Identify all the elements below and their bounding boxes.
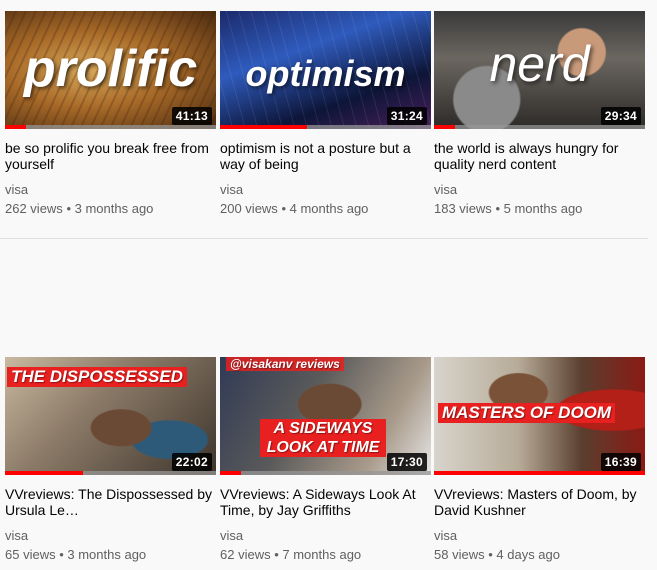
video-title[interactable]: be so prolific you break free from yours… [5,140,216,172]
video-card[interactable]: nerd 29:34 the world is always hungry fo… [434,11,645,217]
duration-badge: 16:39 [600,453,641,471]
channel-name[interactable]: visa [434,182,645,198]
thumbnail-overlay-text: nerd [489,36,590,92]
video-title[interactable]: VVreviews: Masters of Doom, by David Kus… [434,486,645,518]
watch-progress-bar [5,125,216,129]
video-thumbnail[interactable]: @visakanv reviews A SIDEWAYS LOOK AT TIM… [220,357,431,475]
channel-name[interactable]: visa [434,528,645,544]
thumbnail-banner: A SIDEWAYS LOOK AT TIME [260,419,386,457]
video-meta: 262 views • 3 months ago [5,201,216,217]
watch-progress-bar [5,471,216,475]
video-thumbnail[interactable]: prolific 41:13 [5,11,216,129]
thumbnail-overlay-text: optimism [245,53,406,94]
duration-badge: 31:24 [386,107,427,125]
view-count: 58 views [434,547,485,562]
section-divider [0,238,648,239]
upload-age: 4 days ago [496,547,560,562]
upload-age: 7 months ago [282,547,362,562]
upload-age: 3 months ago [67,547,147,562]
thumbnail-banner: THE DISPOSSESSED [7,367,187,387]
video-meta: 58 views • 4 days ago [434,547,645,563]
thumbnail-overlay-text: prolific [23,40,198,98]
video-title[interactable]: the world is always hungry for quality n… [434,140,645,172]
watch-progress-bar [434,125,645,129]
duration-badge: 17:30 [386,453,427,471]
video-card[interactable]: THE DISPOSSESSED 22:02 VVreviews: The Di… [5,357,216,563]
thumbnail-banner: MASTERS OF DOOM [438,403,616,423]
channel-name[interactable]: visa [5,182,216,198]
video-meta: 65 views • 3 months ago [5,547,216,563]
video-thumbnail[interactable]: THE DISPOSSESSED 22:02 [5,357,216,475]
video-thumbnail[interactable]: nerd 29:34 [434,11,645,129]
duration-badge: 29:34 [600,107,641,125]
video-title[interactable]: optimism is not a posture but a way of b… [220,140,431,172]
watch-progress-bar [220,471,431,475]
channel-name[interactable]: visa [220,528,431,544]
separator-dot: • [495,201,500,216]
view-count: 200 views [220,201,278,216]
video-thumbnail[interactable]: MASTERS OF DOOM 16:39 [434,357,645,475]
watch-progress-bar [434,471,645,475]
video-meta: 200 views • 4 months ago [220,201,431,217]
separator-dot: • [488,547,493,562]
separator-dot: • [66,201,71,216]
separator-dot: • [274,547,279,562]
video-card[interactable]: MASTERS OF DOOM 16:39 VVreviews: Masters… [434,357,645,563]
channel-name[interactable]: visa [5,528,216,544]
view-count: 62 views [220,547,271,562]
video-card[interactable]: optimism 31:24 optimism is not a posture… [220,11,431,217]
thumbnail-banner-top: @visakanv reviews [226,357,344,371]
duration-badge: 41:13 [171,107,212,125]
video-card[interactable]: @visakanv reviews A SIDEWAYS LOOK AT TIM… [220,357,431,563]
video-title[interactable]: VVreviews: A Sideways Look At Time, by J… [220,486,431,518]
separator-dot: • [59,547,64,562]
video-title[interactable]: VVreviews: The Dispossessed by Ursula Le… [5,486,216,518]
view-count: 262 views [5,201,63,216]
video-thumbnail[interactable]: optimism 31:24 [220,11,431,129]
upload-age: 3 months ago [74,201,154,216]
separator-dot: • [281,201,286,216]
upload-age: 4 months ago [289,201,369,216]
upload-age: 5 months ago [503,201,583,216]
video-card[interactable]: prolific 41:13 be so prolific you break … [5,11,216,217]
duration-badge: 22:02 [171,453,212,471]
view-count: 65 views [5,547,56,562]
channel-name[interactable]: visa [220,182,431,198]
video-meta: 183 views • 5 months ago [434,201,645,217]
watch-progress-bar [220,125,431,129]
view-count: 183 views [434,201,492,216]
video-meta: 62 views • 7 months ago [220,547,431,563]
